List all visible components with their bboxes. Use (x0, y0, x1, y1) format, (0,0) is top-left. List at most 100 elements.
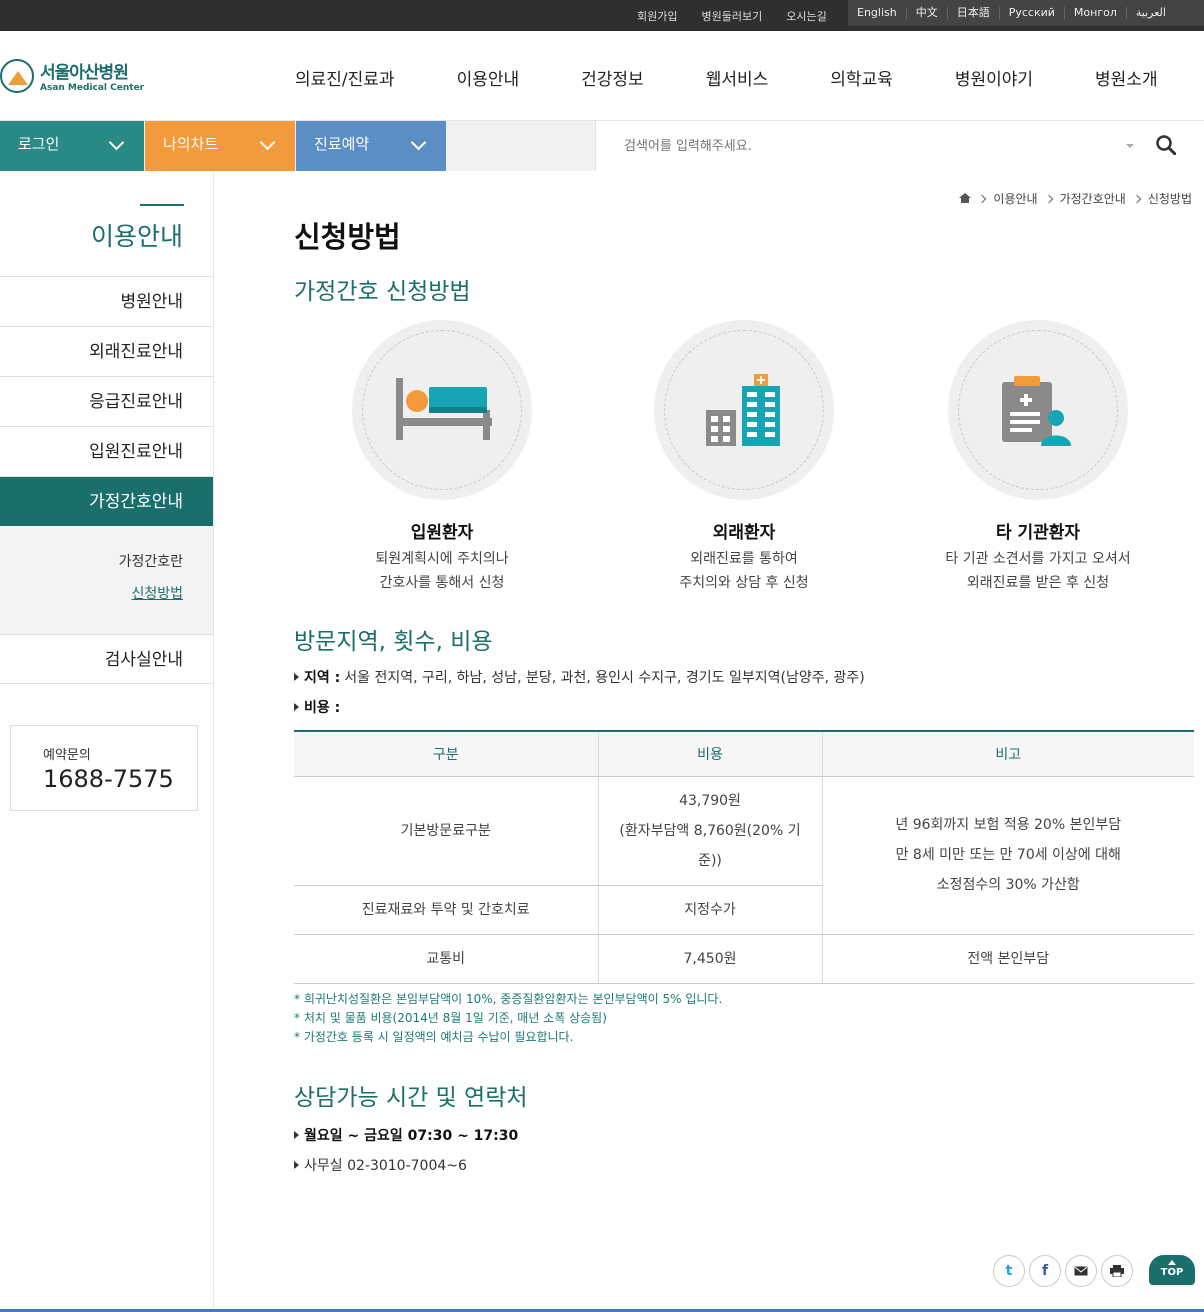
clipboard-doctor-icon (1002, 376, 1071, 446)
logo-emblem-icon (0, 58, 34, 93)
gnb-story[interactable]: 병원이야기 (955, 65, 1033, 90)
gnb-web-service[interactable]: 웹서비스 (706, 65, 769, 90)
sidebar-nav: 병원안내 외래진료안내 응급진료안내 입원진료안내 가정간호안내 가정간호란 신… (0, 276, 213, 684)
table-row: 기본방문료구분 43,790원 (환자부담액 8,760원(20% 기 준)) … (294, 776, 1194, 935)
note-line: * 가정간호 등록 시 일정액의 예치금 수납이 필요합니다. (294, 1030, 574, 1044)
card-desc-line: 퇴원계획시에 주치의나 (375, 551, 509, 567)
region-line: 지역 : 서울 전지역, 구리, 하남, 성남, 분당, 과천, 용인시 수지구… (294, 667, 865, 687)
contact-phone-text: 사무실 02-3010-7004~6 (304, 1158, 467, 1174)
search-box (595, 121, 1204, 171)
sidebar-item-hospital-guide[interactable]: 병원안내 (0, 276, 213, 326)
cost-label: 비용 : (304, 700, 341, 716)
gnb-doctors[interactable]: 의료진/진료과 (295, 65, 395, 90)
call-label: 예약문의 (43, 748, 91, 763)
search-input[interactable] (624, 133, 1104, 159)
twitter-icon[interactable]: t (993, 1255, 1025, 1287)
language-links: English 中文 日本語 Русский Монгол العربية (848, 0, 1204, 26)
breadcrumb-item[interactable]: 이용안내 (993, 190, 1037, 207)
gnb-health-info[interactable]: 건강정보 (581, 65, 644, 90)
mychart-button[interactable]: 나의차트 (145, 121, 295, 171)
table-cell: 년 96회까지 보험 적용 20% 본인부담 만 8세 미만 또는 만 70세 … (821, 776, 1194, 935)
breadcrumb-item[interactable]: 가정간호안내 (1060, 190, 1126, 207)
share-buttons: t f (993, 1255, 1137, 1287)
logo-english: Asan Medical Center (40, 83, 145, 93)
hospital-building-icon (706, 374, 780, 446)
call-number[interactable]: 1688-7575 (43, 765, 197, 793)
lang-arabic[interactable]: العربية (1127, 7, 1175, 19)
sidebar-item-emergency[interactable]: 응급진료안내 (0, 376, 213, 426)
quick-bar: 로그인 나의차트 진료예약 (0, 121, 1204, 171)
card-other-institution: 타 기관환자 타 기관 소견서를 가지고 오셔서 외래진료를 받은 후 신청 (888, 320, 1188, 595)
sidebar-item-outpatient[interactable]: 외래진료안내 (0, 326, 213, 376)
email-icon[interactable] (1065, 1255, 1097, 1287)
signup-link[interactable]: 회원가입 (637, 8, 677, 24)
reservation-label: 진료예약 (314, 135, 370, 153)
card-desc: 외래진료를 통하여 주치의와 상담 후 신청 (594, 547, 894, 595)
card-desc-line: 외래진료를 통하여 (690, 551, 798, 567)
card-desc-line: 타 기관 소견서를 가지고 오셔서 (945, 551, 1131, 567)
sidebar-title-accent (140, 204, 184, 206)
cost-line: 비용 : (294, 697, 344, 717)
contact-hours: 월요일 ~ 금요일 07:30 ~ 17:30 (294, 1125, 522, 1145)
card-title: 입원환자 (410, 523, 474, 543)
home-icon[interactable] (959, 193, 972, 204)
sidebar-item-inpatient[interactable]: 입원진료안내 (0, 426, 213, 476)
subnav-about-home-nursing[interactable]: 가정간호란 (0, 546, 183, 578)
card-title: 타 기관환자 (995, 523, 1081, 543)
table-cell: 기본방문료구분 (294, 776, 598, 886)
facebook-icon[interactable]: f (1029, 1255, 1061, 1287)
section-title-contact: 상담가능 시간 및 연락처 (294, 1085, 528, 1111)
login-label: 로그인 (18, 135, 60, 153)
subnav-how-to-apply[interactable]: 신청방법 (0, 578, 183, 610)
cell-line: 소정점수의 30% 가산함 (936, 877, 1080, 893)
search-icon[interactable] (1156, 135, 1176, 155)
page-title: 신청방법 (294, 220, 401, 254)
note-line: * 희귀난치성질환은 본임부담액이 10%, 중증질환암환자는 본인부담액이 5… (294, 992, 723, 1006)
breadcrumb: 이용안내 가정간호안내 신청방법 (959, 190, 1192, 207)
chevron-down-icon (259, 134, 276, 151)
cell-line: 43,790원 (679, 792, 741, 809)
cell-line: 만 8세 미만 또는 만 70세 이상에 대해 (895, 847, 1121, 863)
table-cell: 전액 본인부담 (821, 934, 1194, 984)
sidebar-item-home-nursing[interactable]: 가정간호안내 (0, 476, 213, 526)
reservation-button[interactable]: 진료예약 (296, 121, 446, 171)
scroll-top-button[interactable]: TOP (1149, 1255, 1195, 1285)
lang-mongolian[interactable]: Монгол (1065, 7, 1127, 19)
logo[interactable]: 서울아산병원 Asan Medical Center (0, 58, 144, 93)
sidebar-title: 이용안내 (90, 222, 183, 251)
directions-link[interactable]: 오시는길 (786, 8, 826, 24)
table-row: 교통비 7,450원 전액 본인부담 (294, 934, 1194, 984)
lang-english[interactable]: English (848, 7, 907, 19)
top-utility-bar: 회원가입 병원둘러보기 오시는길 English 中文 日本語 Русский … (0, 0, 1204, 31)
cell-line: (환자부담액 8,760원(20% 기 (619, 822, 801, 839)
lang-chinese[interactable]: 中文 (907, 7, 948, 19)
contact-hours-text: 월요일 ~ 금요일 07:30 ~ 17:30 (304, 1128, 519, 1144)
header: 서울아산병원 Asan Medical Center 의료진/진료과 이용안내 … (0, 31, 1204, 121)
gnb-guide[interactable]: 이용안내 (457, 65, 520, 90)
table-cell: 지정수가 (597, 885, 822, 935)
logo-korean: 서울아산병원 (40, 63, 129, 83)
utility-links: 회원가입 병원둘러보기 오시는길 (637, 0, 851, 31)
table-cell: 7,450원 (597, 934, 822, 984)
login-button[interactable]: 로그인 (0, 121, 144, 171)
lang-russian[interactable]: Русский (1000, 7, 1065, 19)
circle-badge (948, 320, 1128, 500)
lang-japanese[interactable]: 日本語 (948, 7, 1000, 19)
hospital-tour-link[interactable]: 병원둘러보기 (701, 8, 762, 24)
print-icon[interactable] (1101, 1255, 1133, 1287)
sidebar-item-lab[interactable]: 검사실안내 (0, 634, 213, 684)
card-desc: 타 기관 소견서를 가지고 오셔서 외래진료를 받은 후 신청 (888, 547, 1188, 595)
chevron-right-icon (978, 194, 987, 203)
gnb-about[interactable]: 병원소개 (1095, 65, 1158, 90)
hospital-bed-icon (396, 378, 492, 440)
card-desc-line: 주치의와 상담 후 신청 (679, 575, 809, 591)
note-line: * 처치 및 물품 비용(2014년 8월 1일 기준, 매년 소폭 상승됨) (294, 1011, 607, 1025)
fee-table: 구분 비용 비고 기본방문료구분 43,790원 (환자부담액 8,760원(2… (294, 730, 1194, 984)
breadcrumb-item-current: 신청방법 (1147, 192, 1192, 206)
table-cell: 진료재료와 투약 및 간호치료 (294, 885, 598, 935)
column-header: 구분 (294, 730, 598, 777)
dropdown-caret-icon[interactable] (1126, 144, 1134, 148)
reservation-call-box: 예약문의 1688-7575 (10, 725, 198, 811)
table-cell: 교통비 (294, 934, 598, 984)
gnb-education[interactable]: 의학교육 (830, 65, 893, 90)
